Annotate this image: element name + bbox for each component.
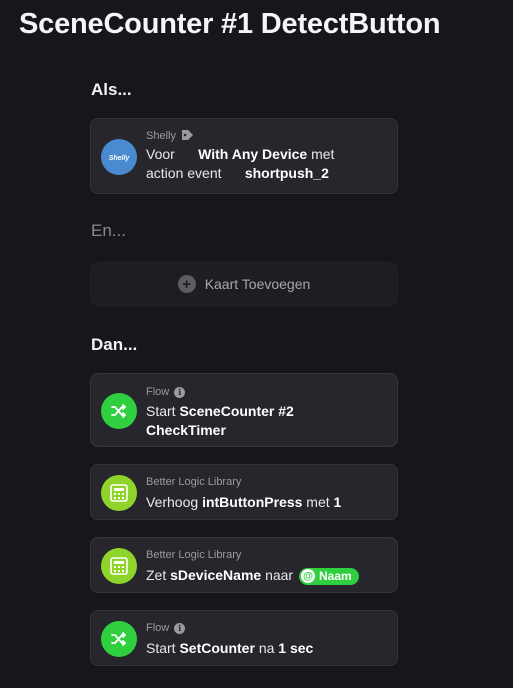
- add-card-button[interactable]: + Kaart Toevoegen: [90, 262, 398, 306]
- plus-icon: +: [177, 275, 196, 293]
- action-verb-text: Zet: [146, 567, 167, 583]
- action-amount-token[interactable]: 1: [334, 494, 342, 510]
- action-card-set-variable[interactable]: Better Logic Library Zet sDeviceName naa…: [90, 537, 398, 593]
- trigger-card[interactable]: Shelly Shelly Voor With Any Device met a…: [90, 118, 398, 194]
- action-start-text: Start: [146, 403, 176, 419]
- card-app-name: Better Logic Library: [146, 549, 242, 561]
- page-title: SceneCounter #1 DetectButton: [19, 8, 441, 40]
- action-card-increment-variable[interactable]: Better Logic Library Verhoog intButtonPr…: [90, 464, 398, 520]
- action-flow-name-token[interactable]: SetCounter: [179, 640, 254, 656]
- trigger-voor-text: Voor: [146, 146, 175, 162]
- section-and-label: En...: [91, 221, 126, 240]
- card-app-name: Shelly: [146, 130, 176, 142]
- calculator-icon: [101, 548, 137, 584]
- trigger-action-event-text: action event: [146, 165, 222, 181]
- shuffle-icon: [101, 621, 137, 657]
- svg-text:Shelly: Shelly: [109, 155, 130, 162]
- action-naar-text: naar: [265, 567, 294, 583]
- card-app-name: Better Logic Library: [146, 476, 242, 488]
- section-then-label: Dan...: [91, 335, 138, 354]
- action-delay-token[interactable]: 1 sec: [278, 640, 313, 656]
- action-start-text: Start: [146, 640, 176, 656]
- shelly-logo-icon: Shelly: [101, 139, 137, 175]
- tag-token-naam[interactable]: @ Naam: [299, 567, 359, 585]
- add-card-label: Kaart Toevoegen: [204, 276, 311, 292]
- card-app-name: Flow: [146, 622, 170, 634]
- info-icon[interactable]: i: [174, 386, 186, 398]
- action-card-start-flow[interactable]: Flow i Start SceneCounter #2 CheckTimer: [90, 373, 398, 447]
- action-verb-text: Verhoog: [146, 494, 199, 510]
- at-icon: @: [301, 569, 315, 584]
- action-variable-token[interactable]: sDeviceName: [170, 567, 261, 583]
- calculator-icon: [101, 475, 137, 511]
- card-app-name: Flow: [146, 386, 170, 398]
- trigger-met-text: met: [311, 146, 335, 162]
- action-variable-token[interactable]: intButtonPress: [202, 494, 302, 510]
- info-icon[interactable]: i: [174, 622, 186, 634]
- trigger-event-value-token[interactable]: shortpush_2: [245, 165, 329, 181]
- trigger-device-token[interactable]: With Any Device: [198, 146, 307, 162]
- action-met-text: met: [306, 494, 330, 510]
- tag-token-label: Naam: [319, 568, 352, 583]
- tag-icon: [181, 129, 194, 144]
- section-when-label: Als...: [91, 80, 132, 99]
- action-card-start-flow-delayed[interactable]: Flow i Start SetCounter na 1 sec: [90, 610, 398, 666]
- action-na-text: na: [258, 640, 275, 656]
- shuffle-icon: [101, 393, 137, 429]
